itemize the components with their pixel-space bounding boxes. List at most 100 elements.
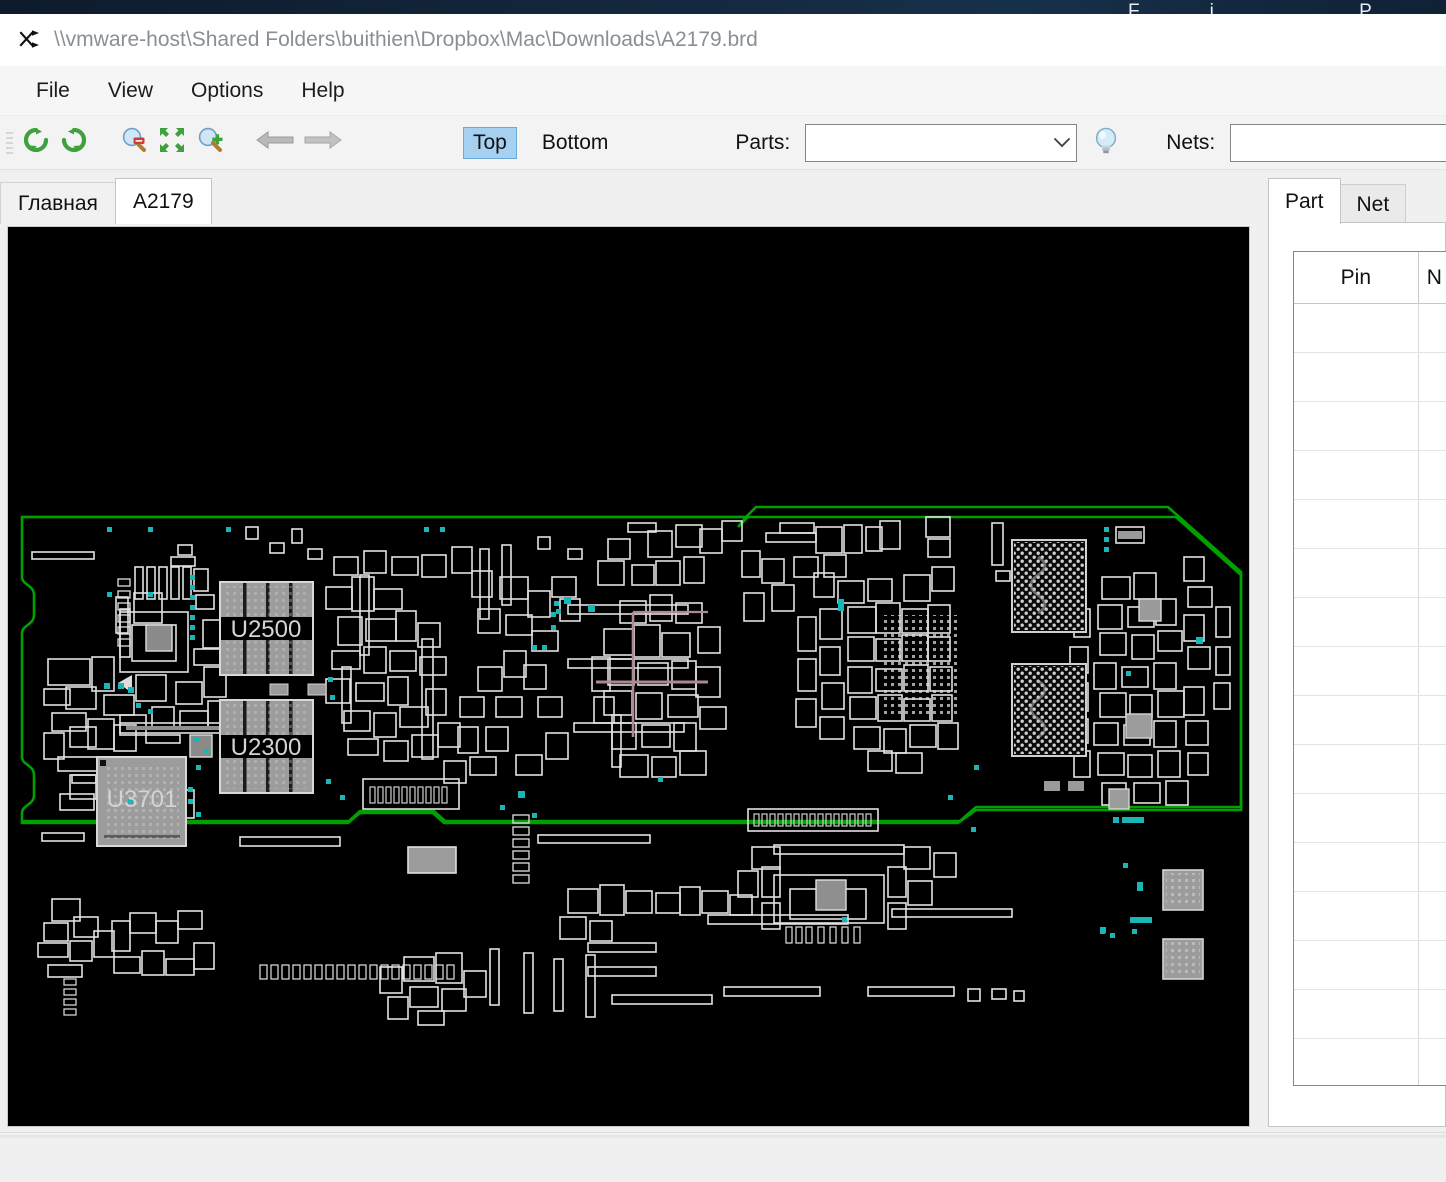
table-row[interactable]	[1294, 1039, 1446, 1085]
side-panel-body: Pin N	[1268, 222, 1446, 1127]
cell-pin	[1294, 892, 1419, 940]
cell-net	[1419, 451, 1446, 499]
cell-pin	[1294, 990, 1419, 1038]
layer-selector: Top Bottom	[459, 126, 618, 159]
cell-net	[1419, 549, 1446, 597]
cell-net	[1419, 598, 1446, 646]
cell-net	[1419, 402, 1446, 450]
nav-forward-button[interactable]	[302, 124, 344, 162]
column-header-pin[interactable]: Pin	[1294, 252, 1419, 303]
table-row[interactable]	[1294, 696, 1446, 745]
document-tabstrip: Главная A2179	[0, 178, 1260, 224]
statusbar-divider	[0, 1135, 1446, 1138]
cell-net	[1419, 941, 1446, 989]
zoom-in-icon	[195, 125, 225, 160]
highlight-parts-button[interactable]	[1087, 124, 1125, 162]
cell-pin	[1294, 1039, 1419, 1085]
table-row[interactable]	[1294, 941, 1446, 990]
table-row[interactable]	[1294, 745, 1446, 794]
side-panel-tabs: Part Net	[1263, 178, 1446, 224]
zoom-in-button[interactable]	[194, 124, 226, 162]
chevron-down-icon	[1048, 136, 1076, 149]
cell-net	[1419, 990, 1446, 1038]
soc-pattern-lower	[1166, 942, 1200, 976]
table-row[interactable]	[1294, 353, 1446, 402]
board-canvas[interactable]: U2500 U2300 U3701	[7, 226, 1250, 1127]
table-body	[1294, 304, 1446, 1085]
layer-top-button[interactable]: Top	[463, 126, 517, 159]
toolbar: Top Bottom Parts: Nets:	[0, 116, 1446, 170]
table-row[interactable]	[1294, 892, 1446, 941]
lightbulb-icon	[1092, 125, 1120, 160]
cell-net	[1419, 696, 1446, 744]
parts-combobox[interactable]	[805, 123, 1078, 162]
tab-part[interactable]: Part	[1268, 178, 1341, 224]
table-row[interactable]	[1294, 843, 1446, 892]
cell-pin	[1294, 353, 1419, 401]
cell-net	[1419, 647, 1446, 695]
cell-net	[1419, 353, 1446, 401]
toolbar-grip[interactable]	[6, 126, 13, 160]
nav-back-button[interactable]	[254, 124, 296, 162]
layer-bottom-button[interactable]: Bottom	[533, 128, 618, 158]
cell-pin	[1294, 843, 1419, 891]
os-window-titlebar: Fi P	[0, 0, 1446, 14]
cell-net	[1419, 892, 1446, 940]
rotate-right-button[interactable]	[58, 124, 90, 162]
cell-net	[1419, 500, 1446, 548]
fine-pitch-array	[884, 615, 960, 715]
soc-pattern-upper	[1166, 873, 1200, 907]
cell-net	[1419, 745, 1446, 793]
cell-pin	[1294, 794, 1419, 842]
nets-input[interactable]	[1230, 123, 1446, 162]
shuffle-icon	[18, 28, 42, 52]
cell-pin	[1294, 451, 1419, 499]
cell-pin	[1294, 647, 1419, 695]
cell-net	[1419, 843, 1446, 891]
parts-selector-group: Parts:	[735, 123, 1128, 162]
menu-help[interactable]: Help	[287, 75, 358, 107]
rotate-left-icon	[21, 125, 51, 160]
menu-view[interactable]: View	[94, 75, 167, 107]
zoom-out-icon	[119, 125, 149, 160]
pin-net-table[interactable]: Pin N	[1293, 251, 1446, 1086]
table-row[interactable]	[1294, 402, 1446, 451]
nets-label: Nets:	[1166, 130, 1216, 154]
table-row[interactable]	[1294, 304, 1446, 353]
file-path-title: \\vmware-host\Shared Folders\buithien\Dr…	[54, 28, 758, 51]
zoom-fit-button[interactable]	[156, 124, 188, 162]
bga-pattern-upper	[1014, 542, 1084, 630]
side-panel: Part Net Pin N	[1263, 178, 1446, 1127]
statusbar	[0, 1132, 1446, 1182]
tab-glavnaya[interactable]: Главная	[0, 182, 116, 224]
board-drawing: U2500 U2300 U3701	[8, 227, 1249, 1126]
table-row[interactable]	[1294, 451, 1446, 500]
rotate-right-icon	[59, 125, 89, 160]
cell-net	[1419, 1039, 1446, 1085]
table-row[interactable]	[1294, 549, 1446, 598]
zoom-fit-icon	[157, 125, 187, 160]
cell-pin	[1294, 549, 1419, 597]
cell-pin	[1294, 941, 1419, 989]
zoom-out-button[interactable]	[118, 124, 150, 162]
cell-pin	[1294, 696, 1419, 744]
cell-pin	[1294, 598, 1419, 646]
menu-options[interactable]: Options	[177, 75, 277, 107]
menubar: File View Options Help	[0, 66, 1446, 116]
tab-a2179[interactable]: A2179	[114, 178, 212, 224]
app-titlebar: \\vmware-host\Shared Folders\buithien\Dr…	[0, 14, 1446, 66]
table-row[interactable]	[1294, 990, 1446, 1039]
column-header-net[interactable]: N	[1418, 252, 1446, 303]
table-row[interactable]	[1294, 794, 1446, 843]
menu-file[interactable]: File	[22, 75, 84, 107]
rotate-left-button[interactable]	[20, 124, 52, 162]
cell-pin	[1294, 304, 1419, 352]
table-row[interactable]	[1294, 647, 1446, 696]
tab-net[interactable]: Net	[1339, 184, 1407, 224]
nets-selector-group: Nets:	[1166, 123, 1446, 162]
table-row[interactable]	[1294, 500, 1446, 549]
arrow-left-icon	[255, 127, 295, 158]
parts-label: Parts:	[735, 130, 791, 154]
table-row[interactable]	[1294, 598, 1446, 647]
table-header-row: Pin N	[1294, 252, 1446, 304]
